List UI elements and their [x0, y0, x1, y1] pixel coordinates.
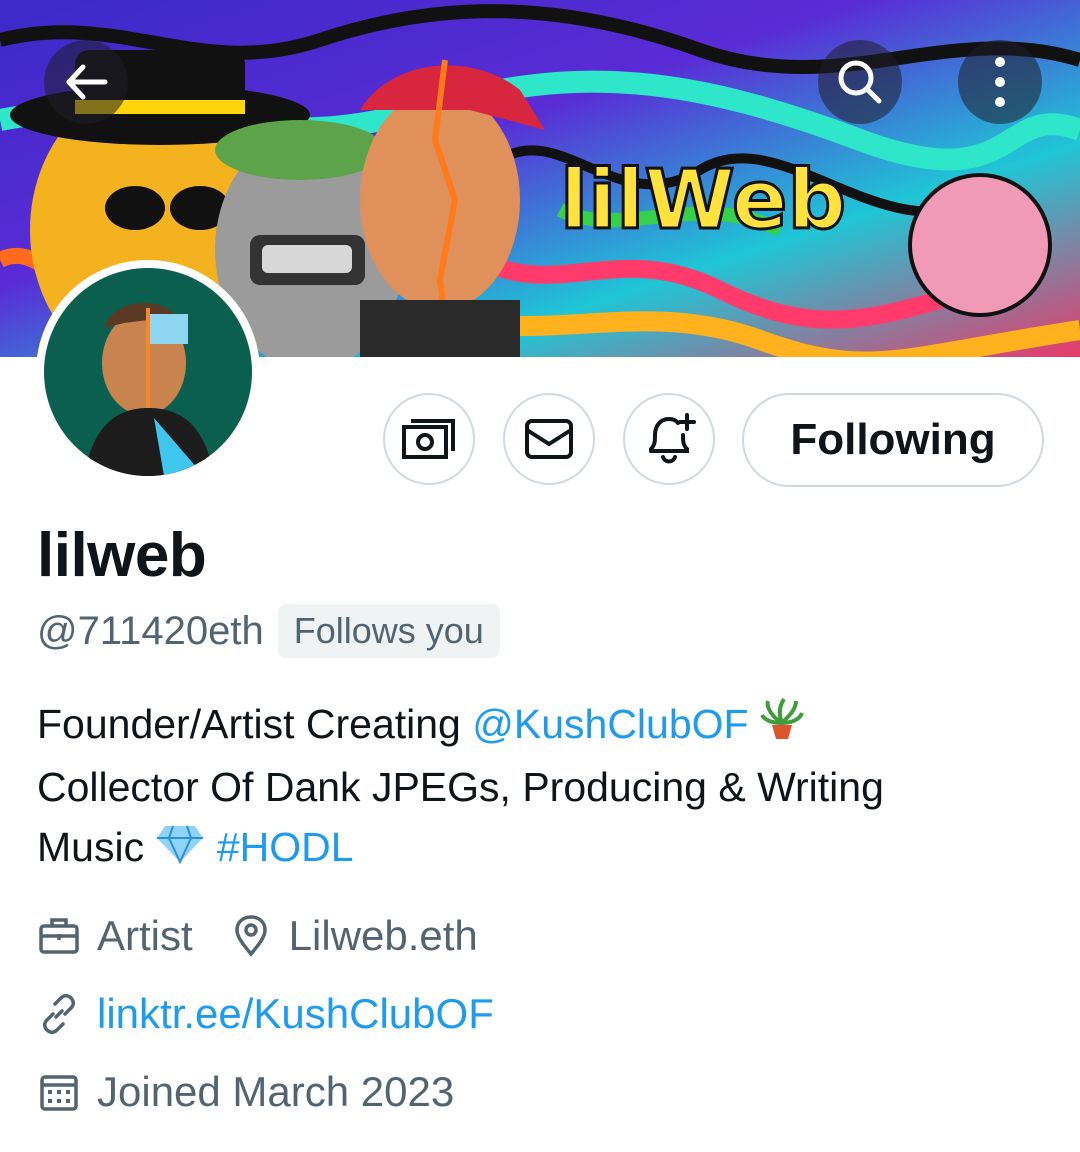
- avatar-frame[interactable]: [36, 260, 260, 484]
- website-link[interactable]: linktr.ee/KushClubOF: [97, 990, 494, 1038]
- search-button[interactable]: [818, 40, 902, 124]
- mention-link[interactable]: @KushClubOF: [472, 701, 748, 747]
- plant-emoji-icon: [760, 697, 804, 757]
- more-button[interactable]: [958, 40, 1042, 124]
- handle-row: @711420eth Follows you: [37, 604, 500, 658]
- link-icon: [43, 994, 75, 1034]
- tip-button[interactable]: [383, 393, 475, 485]
- joined-row: Joined March 2023: [37, 1068, 454, 1116]
- back-button[interactable]: [44, 40, 128, 124]
- following-button[interactable]: Following: [742, 393, 1044, 487]
- bio-line-3: Music #HODL: [37, 817, 1037, 880]
- arrow-left-icon: [66, 64, 108, 100]
- bio: Founder/Artist Creating @KushClubOF Coll…: [37, 694, 1037, 880]
- follows-you-badge: Follows you: [277, 604, 500, 658]
- message-button[interactable]: [503, 393, 595, 485]
- profession-location-row: Artist Lilweb.eth: [37, 912, 478, 960]
- more-vertical-icon: [995, 57, 1005, 107]
- website-row: linktr.ee/KushClubOF: [37, 990, 494, 1038]
- bio-line-2: Collector Of Dank JPEGs, Producing & Wri…: [37, 764, 884, 811]
- bio-line-1: Founder/Artist Creating @KushClubOF: [37, 694, 1037, 757]
- bell-plus-icon: [649, 413, 696, 464]
- location: Lilweb.eth: [288, 912, 478, 959]
- location-pin-icon: [234, 915, 267, 957]
- calendar-icon: [40, 1075, 78, 1111]
- money-icon: [402, 419, 455, 459]
- banner-logo-text: lilWeb: [560, 153, 846, 248]
- hashtag-link[interactable]: #HODL: [217, 824, 354, 870]
- bio-text: Founder/Artist Creating: [37, 701, 473, 747]
- profession: Artist: [97, 912, 193, 959]
- bio-text: Music: [37, 824, 156, 871]
- notify-button[interactable]: [623, 393, 715, 485]
- mail-icon: [525, 419, 573, 459]
- avatar: [44, 268, 252, 476]
- gem-emoji-icon: [155, 820, 205, 880]
- briefcase-icon: [39, 918, 79, 954]
- joined-date: Joined March 2023: [97, 1068, 455, 1115]
- handle: @711420eth: [37, 608, 264, 653]
- display-name: lilweb: [37, 521, 207, 590]
- search-icon: [838, 60, 882, 104]
